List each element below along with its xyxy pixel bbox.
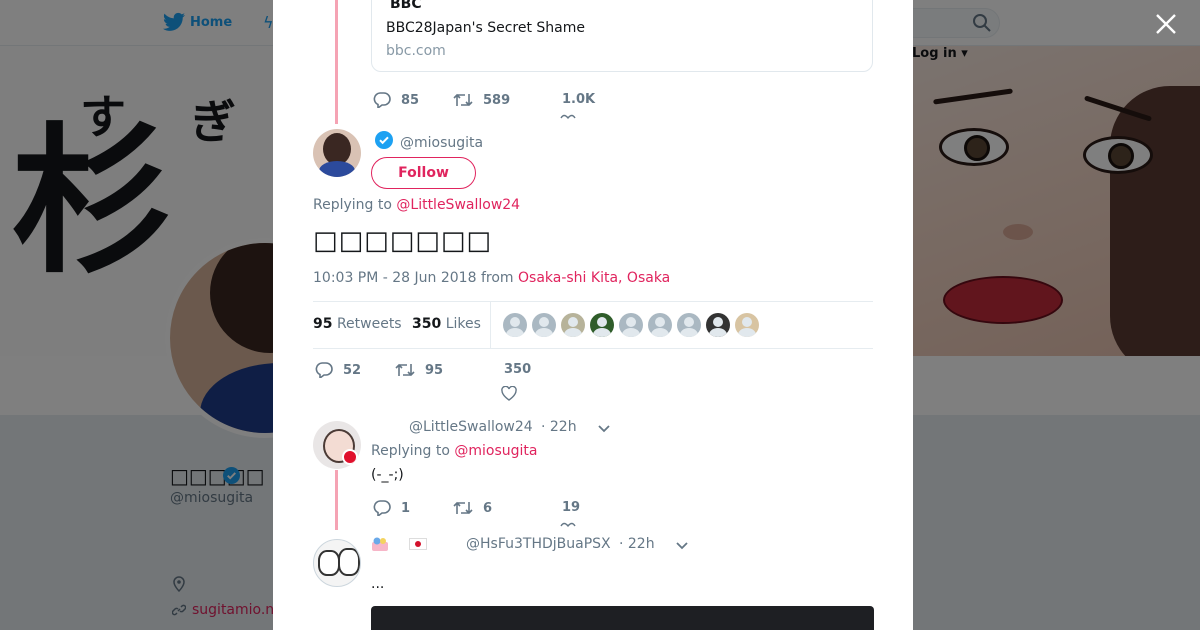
thread-line bbox=[335, 470, 338, 530]
retweet-icon bbox=[395, 363, 415, 377]
reply-button[interactable]: 85 bbox=[373, 92, 419, 108]
reply-count: 1 bbox=[401, 500, 411, 516]
card-source: BBC bbox=[390, 0, 422, 12]
stats-divider bbox=[490, 302, 491, 348]
liker-avatar[interactable] bbox=[532, 313, 556, 337]
like-count: 19 bbox=[562, 500, 581, 515]
close-icon[interactable] bbox=[1154, 12, 1178, 36]
reply-count: 52 bbox=[343, 362, 362, 378]
liker-avatar[interactable] bbox=[735, 313, 759, 337]
tweet-modal: BBC BBC28Japan's Secret Shame bbc.com 85… bbox=[273, 0, 913, 630]
like-count: 350 bbox=[504, 362, 532, 377]
tweet-author-handle[interactable]: @miosugita bbox=[400, 135, 483, 151]
likers-avatars bbox=[503, 313, 764, 337]
follow-button[interactable]: Follow bbox=[371, 157, 476, 189]
reply-icon bbox=[373, 500, 391, 516]
like-icon[interactable] bbox=[560, 114, 576, 122]
chevron-down-icon[interactable] bbox=[675, 541, 689, 551]
reply-icon bbox=[373, 92, 391, 108]
liker-avatar[interactable] bbox=[619, 313, 643, 337]
replying-to-link[interactable]: @miosugita bbox=[454, 443, 537, 459]
liker-avatar[interactable] bbox=[590, 313, 614, 337]
like-button[interactable]: 1.0K bbox=[562, 92, 595, 107]
retweets-stat[interactable]: 95 Retweets bbox=[313, 316, 402, 332]
japan-flag-icon bbox=[409, 538, 427, 550]
retweet-button[interactable]: 95 bbox=[395, 362, 443, 378]
heart-icon[interactable] bbox=[501, 386, 517, 401]
reply-time[interactable]: · 22h bbox=[619, 536, 655, 552]
card-title: BBC28Japan's Secret Shame bbox=[386, 20, 585, 36]
like-count: 1.0K bbox=[562, 92, 596, 107]
card-domain: bbc.com bbox=[386, 43, 446, 59]
reply-time[interactable]: · 22h bbox=[541, 419, 577, 435]
like-button[interactable]: 19 bbox=[562, 500, 580, 515]
replying-to-link[interactable]: @LittleSwallow24 bbox=[396, 197, 520, 213]
reply-text: (-_-;) bbox=[371, 467, 404, 483]
avatar[interactable] bbox=[313, 129, 361, 177]
reply-count: 85 bbox=[401, 92, 420, 108]
like-icon[interactable] bbox=[560, 522, 576, 530]
liker-avatar[interactable] bbox=[677, 313, 701, 337]
retweet-icon bbox=[453, 501, 473, 515]
liker-avatar[interactable] bbox=[503, 313, 527, 337]
verified-badge-icon bbox=[375, 131, 393, 149]
retweet-button[interactable]: 589 bbox=[453, 92, 510, 108]
liker-avatar[interactable] bbox=[561, 313, 585, 337]
liker-avatar[interactable] bbox=[706, 313, 730, 337]
retweet-count: 589 bbox=[483, 92, 511, 108]
emoji-icon bbox=[372, 537, 388, 551]
retweet-button[interactable]: 6 bbox=[453, 500, 492, 516]
replying-to: Replying to @miosugita bbox=[371, 443, 538, 459]
reply-author-handle[interactable]: @LittleSwallow24 bbox=[409, 419, 533, 435]
avatar[interactable] bbox=[313, 539, 361, 587]
link-card[interactable]: BBC BBC28Japan's Secret Shame bbc.com bbox=[371, 0, 873, 72]
tweet-timestamp: 10:03 PM - 28 Jun 2018 from Osaka-shi Ki… bbox=[313, 270, 671, 286]
likes-stat[interactable]: 350 Likes bbox=[412, 316, 481, 332]
tweet-text: □□□□□□□ bbox=[313, 226, 492, 256]
retweet-count: 6 bbox=[483, 500, 493, 516]
retweet-icon bbox=[453, 93, 473, 107]
tweet-location-link[interactable]: Osaka-shi Kita, Osaka bbox=[518, 270, 670, 286]
thread-line bbox=[335, 0, 338, 124]
reply-button[interactable]: 1 bbox=[373, 500, 410, 516]
media-preview[interactable] bbox=[371, 606, 874, 630]
tweet-stats: 95 Retweets 350 Likes bbox=[313, 301, 873, 349]
reply-icon bbox=[315, 362, 333, 378]
like-button[interactable]: 350 bbox=[504, 362, 531, 377]
reply-button[interactable]: 52 bbox=[315, 362, 361, 378]
reply-text: ... bbox=[371, 576, 385, 592]
avatar[interactable] bbox=[313, 421, 361, 469]
replying-to: Replying to @LittleSwallow24 bbox=[313, 197, 521, 213]
chevron-down-icon[interactable] bbox=[597, 424, 611, 434]
liker-avatar[interactable] bbox=[648, 313, 672, 337]
retweet-count: 95 bbox=[425, 362, 444, 378]
reply-author-handle[interactable]: @HsFu3THDjBuaPSX bbox=[466, 536, 611, 552]
